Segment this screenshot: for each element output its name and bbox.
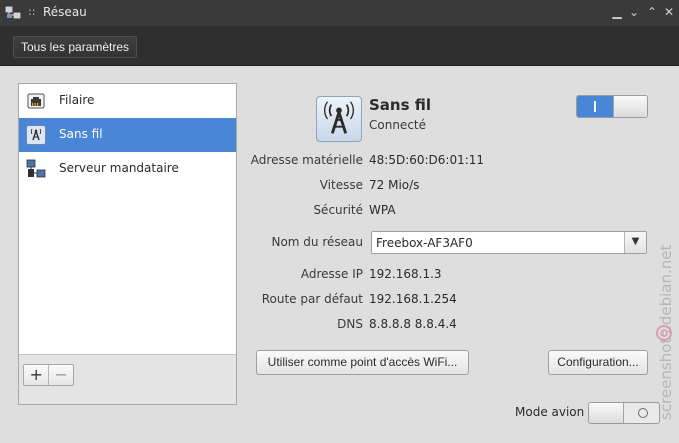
sidebar-item-wired[interactable]: Filaire bbox=[19, 84, 236, 118]
sidebar-item-label: Filaire bbox=[59, 93, 95, 107]
connection-sidebar: Filaire Sans fil Serveur mandataire + − bbox=[18, 83, 237, 405]
configuration-button[interactable]: Configuration... bbox=[548, 350, 648, 375]
ip-address-value: 192.168.1.3 bbox=[369, 267, 442, 281]
wireless-network-icon bbox=[316, 96, 362, 142]
toggle-off-indicator bbox=[638, 408, 648, 418]
debian-logo-icon bbox=[656, 325, 672, 341]
default-route-value: 192.168.1.254 bbox=[369, 292, 457, 306]
toolbar: Tous les paramètres bbox=[0, 26, 679, 66]
airplane-mode-label: Mode avion bbox=[515, 405, 585, 419]
ip-address-label: Adresse IP bbox=[300, 267, 363, 281]
minimize-icon[interactable]: ▁ bbox=[609, 4, 625, 20]
dns-label: DNS bbox=[337, 317, 363, 331]
wired-network-icon bbox=[27, 93, 45, 109]
watermark: screenshots.debian.net bbox=[657, 245, 675, 420]
sidebar-item-proxy[interactable]: Serveur mandataire bbox=[19, 152, 236, 186]
all-settings-button[interactable]: Tous les paramètres bbox=[13, 36, 138, 58]
default-route-label: Route par défaut bbox=[261, 292, 363, 306]
network-name-label: Nom du réseau bbox=[271, 235, 363, 249]
hardware-address-label: Adresse matérielle bbox=[250, 153, 363, 167]
sidebar-item-label: Sans fil bbox=[59, 127, 103, 141]
title-separator: :: bbox=[28, 5, 36, 18]
maximize-icon[interactable]: ⌃ bbox=[644, 4, 660, 20]
dns-value: 8.8.8.8 8.8.4.4 bbox=[369, 317, 457, 331]
chevron-down-icon[interactable]: ▼ bbox=[624, 232, 646, 253]
connection-title: Sans fil bbox=[369, 96, 432, 114]
sidebar-item-wireless[interactable]: Sans fil bbox=[19, 118, 236, 152]
close-icon[interactable]: ✕ bbox=[661, 4, 677, 20]
proxy-server-icon bbox=[26, 159, 46, 178]
add-connection-button[interactable]: + bbox=[24, 365, 48, 385]
remove-connection-button[interactable]: − bbox=[48, 365, 73, 385]
toggle-on-indicator bbox=[594, 101, 596, 112]
hardware-address-value: 48:5D:60:D6:01:11 bbox=[369, 153, 485, 167]
toggle-knob bbox=[589, 403, 624, 423]
network-name-value: Freebox-AF3AF0 bbox=[376, 236, 473, 250]
security-value: WPA bbox=[369, 203, 396, 217]
main-panel: Filaire Sans fil Serveur mandataire + − … bbox=[0, 66, 679, 443]
wifi-hotspot-button[interactable]: Utiliser comme point d'accès WiFi... bbox=[256, 350, 469, 375]
connection-status: Connecté bbox=[369, 118, 426, 132]
sidebar-item-label: Serveur mandataire bbox=[59, 161, 179, 175]
speed-value: 72 Mio/s bbox=[369, 178, 420, 192]
network-name-select[interactable]: Freebox-AF3AF0 ▼ bbox=[371, 231, 647, 254]
add-remove-group: + − bbox=[23, 364, 74, 386]
network-app-icon bbox=[5, 6, 21, 19]
security-label: Sécurité bbox=[313, 203, 363, 217]
sidebar-footer: + − bbox=[19, 354, 236, 404]
chevron-down-icon[interactable]: ⌄ bbox=[626, 4, 642, 20]
connection-list: Filaire Sans fil Serveur mandataire bbox=[19, 84, 236, 354]
toggle-knob bbox=[613, 96, 647, 117]
wireless-network-icon bbox=[26, 125, 46, 145]
airplane-mode-toggle[interactable] bbox=[588, 402, 660, 424]
wireless-toggle[interactable] bbox=[576, 95, 648, 118]
window-titlebar[interactable]: :: Réseau ▁ ⌄ ⌃ ✕ bbox=[0, 0, 679, 26]
window-title: Réseau bbox=[43, 5, 87, 19]
speed-label: Vitesse bbox=[319, 178, 363, 192]
